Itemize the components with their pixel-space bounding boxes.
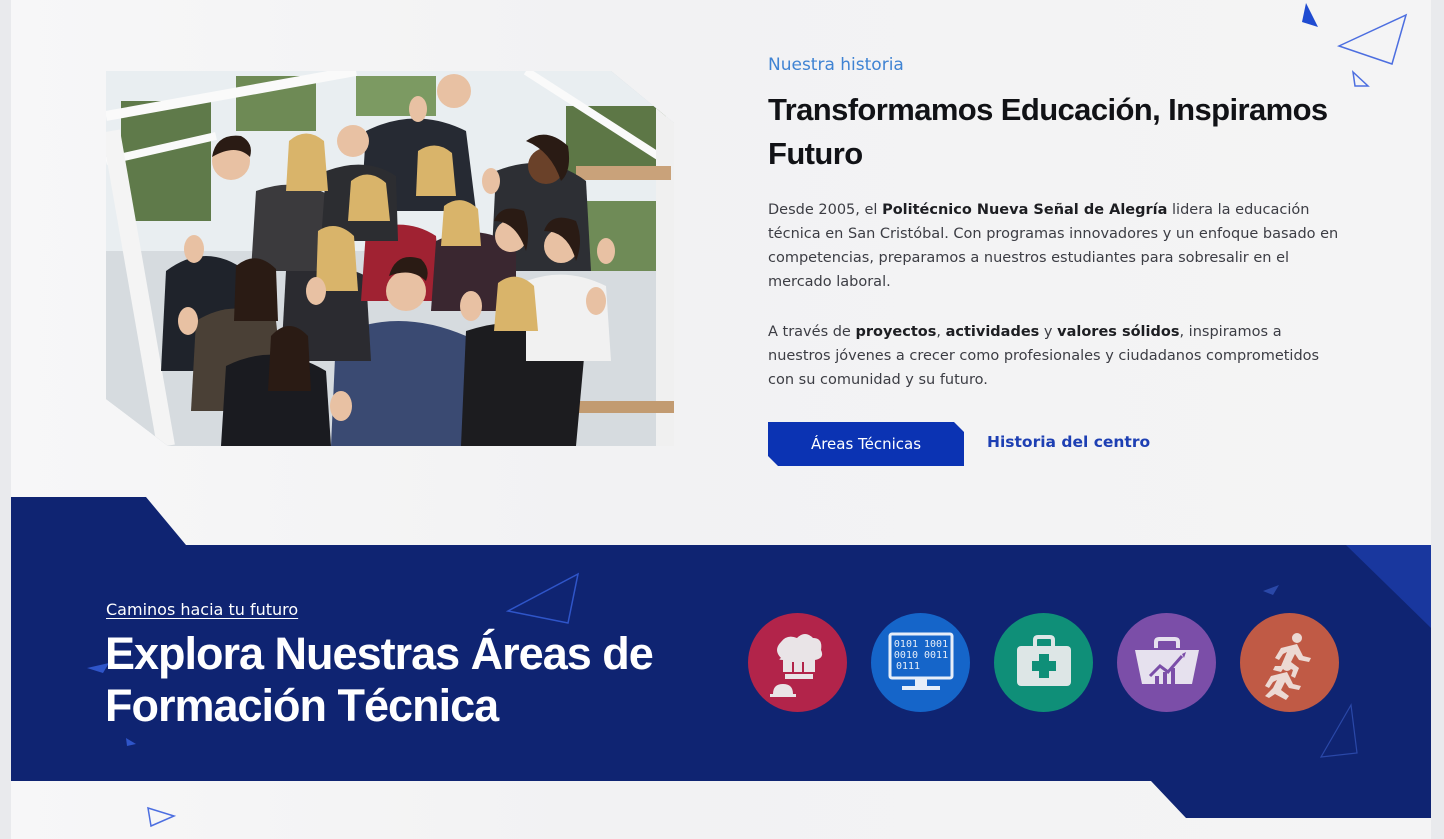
- decorative-triangles: [1302, 3, 1408, 87]
- area-informatics[interactable]: 0101 1001 0010 0011 0111: [871, 613, 970, 712]
- technical-areas-button[interactable]: Áreas Técnicas: [768, 422, 964, 466]
- intro-paragraph-2: A través de proyectos, actividades y val…: [768, 324, 1320, 388]
- area-nursing[interactable]: [994, 613, 1093, 712]
- business-chart-folder-icon: [1134, 636, 1199, 684]
- computer-binary-icon: 0101 1001 0010 0011 0111: [888, 632, 953, 690]
- students-group-photo: [106, 71, 674, 446]
- page: Nuestra historia Transformamos Educación…: [11, 0, 1431, 839]
- section-kicker: Nuestra historia: [768, 55, 904, 75]
- binary-line-2: 0010 0011: [893, 650, 947, 661]
- decorative-triangle-small: [147, 806, 177, 828]
- first-aid-kit-icon: [1016, 634, 1071, 686]
- intro-paragraph-1: Desde 2005, el Politécnico Nueva Señal d…: [768, 202, 1339, 290]
- running-people-icon: [1264, 632, 1311, 700]
- area-icons-row: 0101 1001 0010 0011 0111: [748, 613, 1339, 712]
- binary-line-3: 0111: [895, 661, 919, 672]
- binary-line-1: 0101 1001: [893, 639, 947, 650]
- areas-title: Explora Nuestras Áreas de Formación Técn…: [105, 628, 654, 731]
- chef-hat-icon: [769, 633, 822, 697]
- center-history-link[interactable]: Historia del centro: [987, 433, 1150, 451]
- areas-kicker: Caminos hacia tu futuro: [106, 600, 299, 619]
- area-gastronomy[interactable]: [748, 613, 847, 712]
- page-title: Transformamos Educación, Inspiramos Futu…: [768, 92, 1328, 171]
- area-administration[interactable]: [1117, 613, 1216, 712]
- area-physical-education[interactable]: [1240, 613, 1339, 712]
